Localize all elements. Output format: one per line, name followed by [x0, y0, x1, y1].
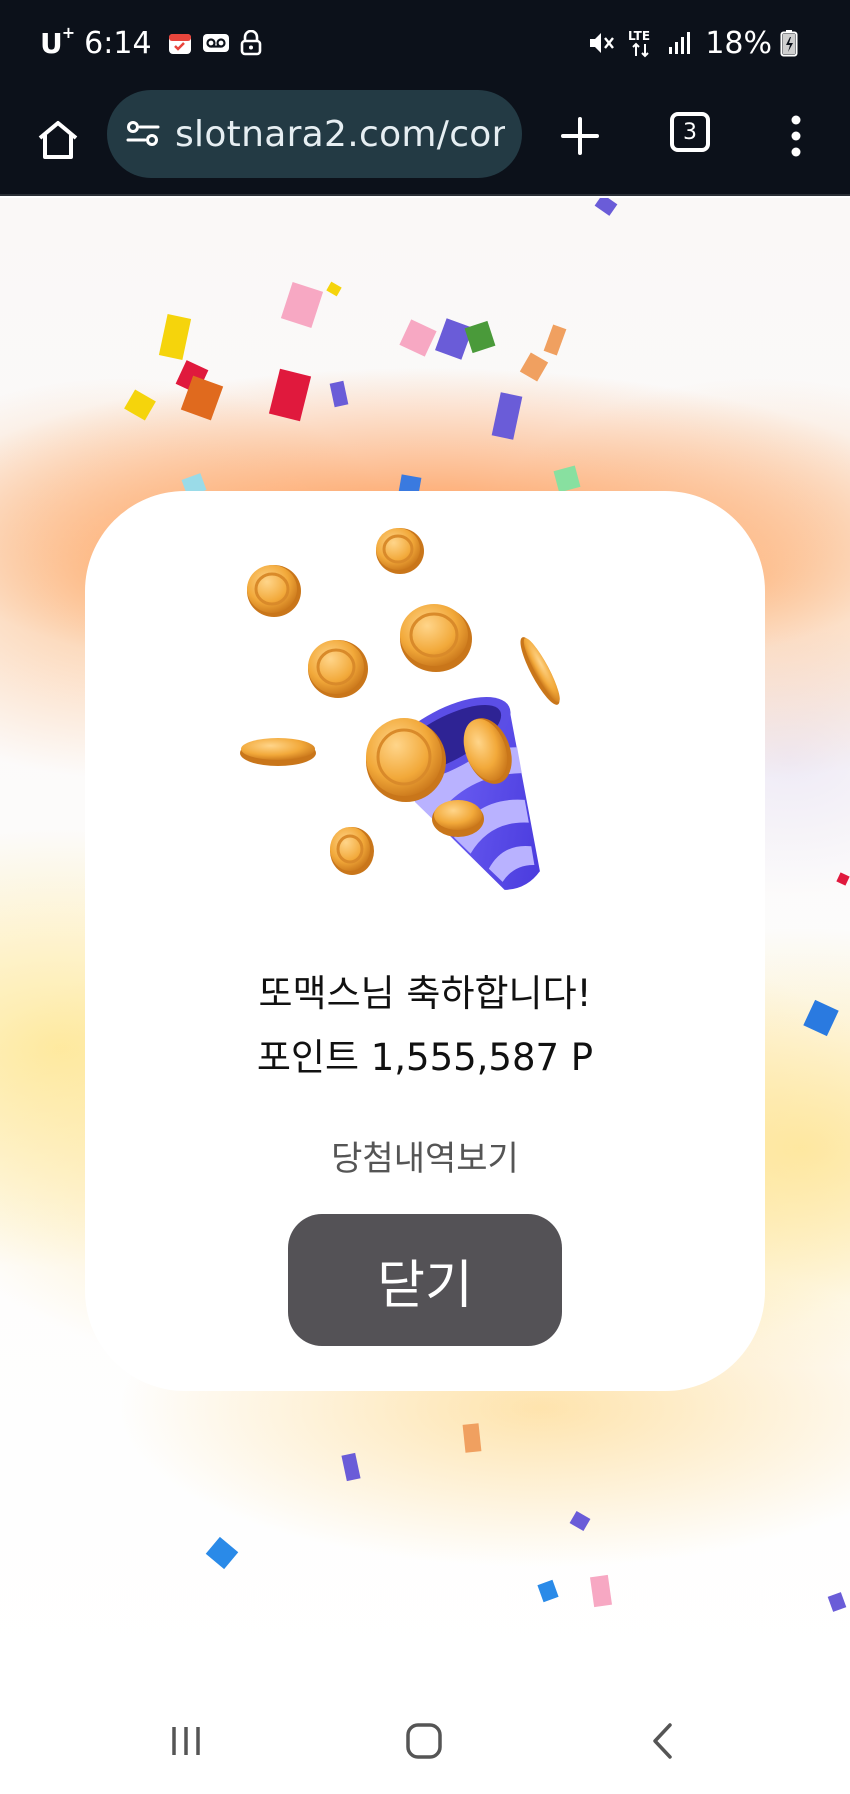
new-tab-button[interactable]	[550, 106, 610, 166]
confetti-piece	[205, 1536, 239, 1570]
voicemail-icon	[202, 31, 230, 55]
clock: 6:14	[84, 25, 152, 61]
plus-icon	[561, 117, 599, 155]
battery-percent: 18%	[705, 25, 772, 61]
home-icon	[38, 121, 78, 159]
points-amount: 포인트 1,555,587 P	[256, 1036, 594, 1079]
home-button[interactable]	[28, 110, 88, 170]
recent-apps-button[interactable]	[156, 1716, 216, 1766]
lock-icon	[240, 30, 262, 56]
home-nav-button[interactable]	[394, 1716, 454, 1766]
confetti-piece	[158, 313, 192, 361]
confetti-piece	[326, 281, 342, 297]
status-left: U+ 6:14	[40, 22, 272, 64]
status-bar: U+ 6:14 LTE 18%	[0, 0, 850, 86]
overflow-menu-icon	[791, 115, 801, 157]
site-settings-icon[interactable]	[125, 118, 161, 150]
congrats-title: 또맥스님 축하합니다!	[258, 972, 592, 1015]
confetti-piece	[464, 320, 496, 354]
confetti-piece	[491, 392, 523, 440]
confetti-piece	[519, 352, 549, 382]
svg-text:LTE: LTE	[628, 29, 650, 43]
battery-icon	[780, 29, 798, 57]
web-page: 또맥스님 축하합니다! 포인트 1,555,587 P 당첨내역보기 닫기	[0, 198, 850, 1688]
congrats-modal: 또맥스님 축하합니다! 포인트 1,555,587 P 당첨내역보기 닫기	[85, 491, 765, 1391]
system-nav-bar	[0, 1688, 850, 1794]
confetti-piece	[827, 1592, 847, 1612]
confetti-piece	[399, 319, 437, 357]
view-history-link[interactable]: 당첨내역보기	[85, 1131, 765, 1180]
confetti-piece	[462, 1423, 482, 1453]
confetti-piece	[124, 389, 156, 421]
confetti-piece	[341, 1452, 361, 1482]
overflow-menu-button[interactable]	[776, 106, 816, 166]
confetti-piece	[569, 1510, 591, 1532]
address-bar[interactable]: slotnara2.com/com	[107, 90, 522, 178]
confetti-piece	[836, 872, 850, 886]
back-icon	[653, 1723, 672, 1759]
carrier-label: U+	[40, 23, 75, 60]
lte-icon: LTE	[627, 27, 655, 59]
party-popper-icon	[240, 528, 560, 890]
coins-party-popper-illustration	[240, 521, 600, 921]
url-text[interactable]: slotnara2.com/com	[175, 114, 505, 155]
tab-switcher-button[interactable]: 3	[670, 112, 710, 152]
status-right: LTE 18%	[587, 22, 810, 64]
signal-icon	[667, 30, 693, 56]
mute-icon	[587, 29, 615, 57]
calendar-icon	[168, 31, 192, 55]
confetti-piece	[553, 465, 581, 493]
confetti-piece	[537, 1579, 559, 1603]
close-button[interactable]: 닫기	[288, 1214, 562, 1346]
confetti-piece	[803, 999, 839, 1037]
recent-apps-icon	[172, 1727, 200, 1755]
home-circle-icon	[406, 1723, 442, 1759]
confetti-piece	[329, 380, 349, 408]
confetti-piece	[543, 324, 567, 356]
confetti-piece	[590, 1574, 612, 1608]
confetti-piece	[280, 281, 324, 329]
browser-toolbar: slotnara2.com/com 3	[0, 86, 850, 196]
confetti-piece	[594, 198, 618, 216]
back-button[interactable]	[632, 1716, 692, 1766]
confetti-piece	[268, 368, 312, 422]
